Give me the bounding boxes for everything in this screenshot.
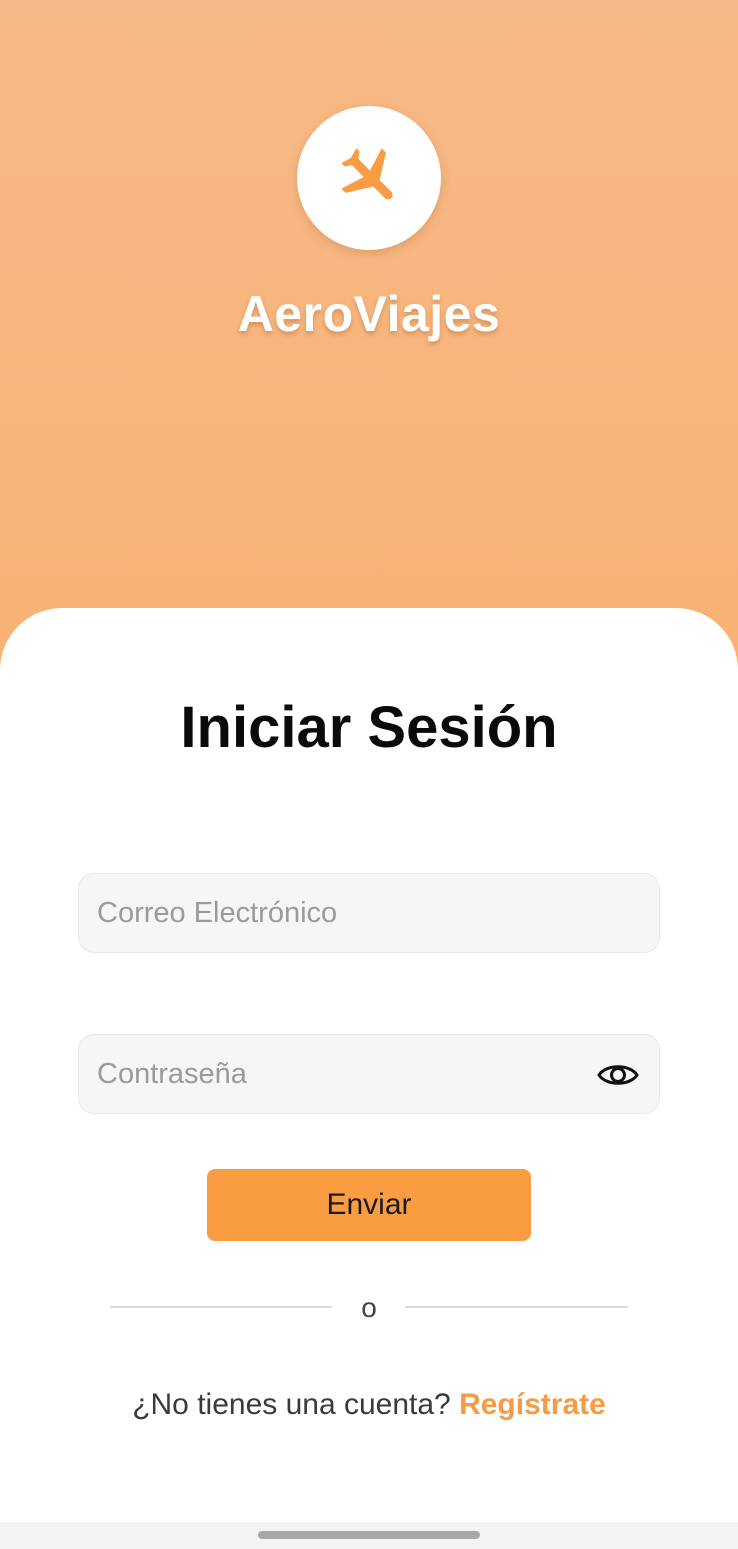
airplane-icon (341, 148, 393, 200)
email-field[interactable] (79, 874, 659, 952)
signup-link[interactable]: Regístrate (459, 1388, 606, 1421)
eye-icon (597, 1065, 639, 1085)
email-field-container (78, 873, 660, 953)
divider-text: o (361, 1292, 377, 1323)
login-card: Iniciar Sesión Enviar o ¿No tienes una c… (0, 608, 738, 1522)
home-indicator[interactable] (258, 1531, 480, 1539)
show-password-toggle[interactable] (597, 1055, 639, 1095)
submit-button[interactable]: Enviar (207, 1169, 531, 1241)
signup-prompt: ¿No tienes una cuenta? (132, 1388, 451, 1421)
divider-line-left (110, 1306, 332, 1308)
signup-row: ¿No tienes una cuenta? Regístrate (0, 1388, 738, 1422)
app-logo (297, 106, 441, 250)
password-field-container (78, 1034, 660, 1114)
divider-line-right (405, 1306, 628, 1308)
app-name: AeroViajes (237, 286, 501, 342)
system-navigation-bar (0, 1522, 738, 1549)
page-title: Iniciar Sesión (180, 695, 558, 760)
password-field[interactable] (79, 1035, 659, 1113)
header-banner: AeroViajes (0, 0, 738, 680)
